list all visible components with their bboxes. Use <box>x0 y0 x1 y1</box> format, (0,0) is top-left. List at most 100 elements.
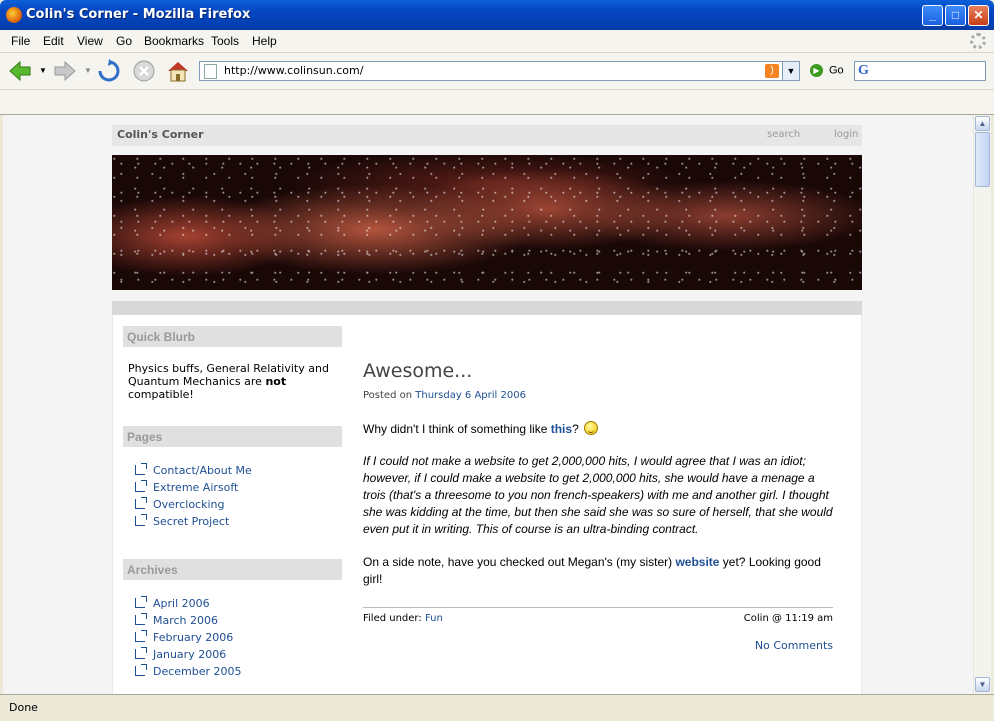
archive-link-label: January 2006 <box>153 648 227 661</box>
blurb-text-before: Physics buffs, General Relativity and Qu… <box>128 362 329 388</box>
window-titlebar[interactable]: Colin's Corner - Mozilla Firefox _ □ ✕ <box>0 0 994 30</box>
go-label: Go <box>829 64 844 77</box>
page-viewport: Colin's Corner search login Quick Blurb … <box>3 115 973 694</box>
scroll-thumb[interactable] <box>975 132 990 187</box>
sidebar-link-secret-project[interactable]: Secret Project <box>135 514 230 530</box>
site-header: Colin's Corner search login <box>112 125 862 146</box>
sidebar-link-overclocking[interactable]: Overclocking <box>135 497 225 513</box>
post-title[interactable]: Awesome... <box>363 360 472 382</box>
sidebar-link-label: Extreme Airsoft <box>153 481 239 494</box>
close-button[interactable]: ✕ <box>968 5 989 26</box>
archive-link-december-2005[interactable]: December 2005 <box>135 664 242 680</box>
pages-title: Pages <box>127 430 163 444</box>
archive-link-march-2006[interactable]: March 2006 <box>135 613 218 629</box>
google-search-icon[interactable]: G <box>858 63 869 79</box>
menu-bookmarks[interactable]: Bookmarks <box>144 34 204 48</box>
forward-icon[interactable] <box>53 59 77 83</box>
category-fun-link[interactable]: Fun <box>425 613 443 624</box>
link-arrow-icon <box>135 514 147 526</box>
rss-feed-icon[interactable]: ) <box>765 64 779 78</box>
quick-blurb-heading: Quick Blurb <box>123 326 342 347</box>
page-icon <box>204 64 217 79</box>
quick-blurb-text: Physics buffs, General Relativity and Qu… <box>128 362 343 401</box>
bookmarks-toolbar <box>0 90 994 115</box>
post-quote: If I could not make a website to get 2,0… <box>363 454 833 536</box>
banner-stars <box>112 155 862 290</box>
link-arrow-icon <box>135 596 147 608</box>
reload-icon[interactable] <box>97 59 121 83</box>
link-arrow-icon <box>135 647 147 659</box>
sidebar-link-label: Secret Project <box>153 515 230 528</box>
p1-text-before: Why didn't I think of something like <box>363 422 551 436</box>
window-title: Colin's Corner - Mozilla Firefox <box>26 7 251 22</box>
go-button[interactable]: ▶ Go <box>810 64 844 77</box>
firefox-logo-icon <box>6 7 22 23</box>
menu-edit[interactable]: Edit <box>43 34 64 48</box>
galaxy-banner-image <box>112 155 862 290</box>
p3-text-before: On a side note, have you checked out Meg… <box>363 555 676 569</box>
throbber-icon <box>970 33 986 49</box>
status-text: Done <box>9 701 38 714</box>
sidebar-link-label: Contact/About Me <box>153 464 252 477</box>
post-paragraph-1: Why didn't I think of something like thi… <box>363 421 833 438</box>
archive-link-label: December 2005 <box>153 665 242 678</box>
maximize-button[interactable]: □ <box>945 5 966 26</box>
blurb-text-after: compatible! <box>128 388 194 401</box>
url-bar[interactable]: http://www.colinsun.com/ ) ▼ <box>199 61 800 81</box>
post-date-link[interactable]: Thursday 6 April 2006 <box>415 390 526 401</box>
sidebar-link-airsoft[interactable]: Extreme Airsoft <box>135 480 239 496</box>
post-divider <box>363 607 833 608</box>
grin-smiley-icon <box>584 421 599 435</box>
home-icon[interactable] <box>166 59 190 83</box>
site-name[interactable]: Colin's Corner <box>117 128 204 141</box>
menu-go[interactable]: Go <box>116 34 132 48</box>
menu-bar: File Edit View Go Bookmarks Tools Help <box>0 30 994 53</box>
archive-link-april-2006[interactable]: April 2006 <box>135 596 210 612</box>
sidebar-link-label: Overclocking <box>153 498 225 511</box>
link-arrow-icon <box>135 664 147 676</box>
post-author-time: Colin @ 11:19 am <box>743 613 833 624</box>
archives-title: Archives <box>127 563 178 577</box>
url-history-dropdown[interactable]: ▼ <box>782 62 799 80</box>
go-arrow-icon: ▶ <box>810 64 823 77</box>
link-arrow-icon <box>135 463 147 475</box>
posted-on-label: Posted on <box>363 390 413 401</box>
back-icon[interactable] <box>8 59 32 83</box>
link-arrow-icon <box>135 480 147 492</box>
link-arrow-icon <box>135 613 147 625</box>
forward-dropdown-icon[interactable]: ▼ <box>84 66 92 75</box>
archive-link-january-2006[interactable]: January 2006 <box>135 647 227 663</box>
menu-file[interactable]: File <box>11 34 30 48</box>
back-dropdown-icon[interactable]: ▼ <box>39 66 47 75</box>
page-body: Quick Blurb Physics buffs, General Relat… <box>112 315 862 694</box>
sidebar-link-contact[interactable]: Contact/About Me <box>135 463 252 479</box>
scroll-up-button[interactable]: ▲ <box>975 116 990 131</box>
pages-heading: Pages <box>123 426 342 447</box>
filed-under-label: Filed under: <box>363 613 422 624</box>
archive-link-label: February 2006 <box>153 631 234 644</box>
menu-tools[interactable]: Tools <box>211 34 239 48</box>
quick-blurb-title: Quick Blurb <box>127 330 196 344</box>
menu-view[interactable]: View <box>77 34 103 48</box>
archive-link-february-2006[interactable]: February 2006 <box>135 630 234 646</box>
comments-link[interactable]: No Comments <box>733 639 833 652</box>
scroll-down-button[interactable]: ▼ <box>975 677 990 692</box>
login-link[interactable]: login <box>834 129 858 140</box>
archives-heading: Archives <box>123 559 342 580</box>
link-arrow-icon <box>135 630 147 642</box>
archive-link-label: April 2006 <box>153 597 210 610</box>
blurb-text-bold: not <box>265 375 287 388</box>
stop-icon[interactable] <box>132 59 156 83</box>
website-link[interactable]: website <box>675 555 719 569</box>
search-link[interactable]: search <box>767 129 800 140</box>
url-text[interactable]: http://www.colinsun.com/ <box>224 64 363 77</box>
search-box[interactable]: G <box>854 61 986 81</box>
link-arrow-icon <box>135 497 147 509</box>
vertical-scrollbar[interactable]: ▲ ▼ <box>973 115 991 694</box>
this-link[interactable]: this <box>551 422 572 436</box>
p1-text-after: ? <box>572 422 579 436</box>
navigation-toolbar: ▼ ▼ http://www.colinsun.com/ ) ▼ ▶ Go G <box>0 53 994 90</box>
menu-help[interactable]: Help <box>252 34 277 48</box>
minimize-button[interactable]: _ <box>922 5 943 26</box>
posted-on: Posted on Thursday 6 April 2006 <box>363 390 526 401</box>
